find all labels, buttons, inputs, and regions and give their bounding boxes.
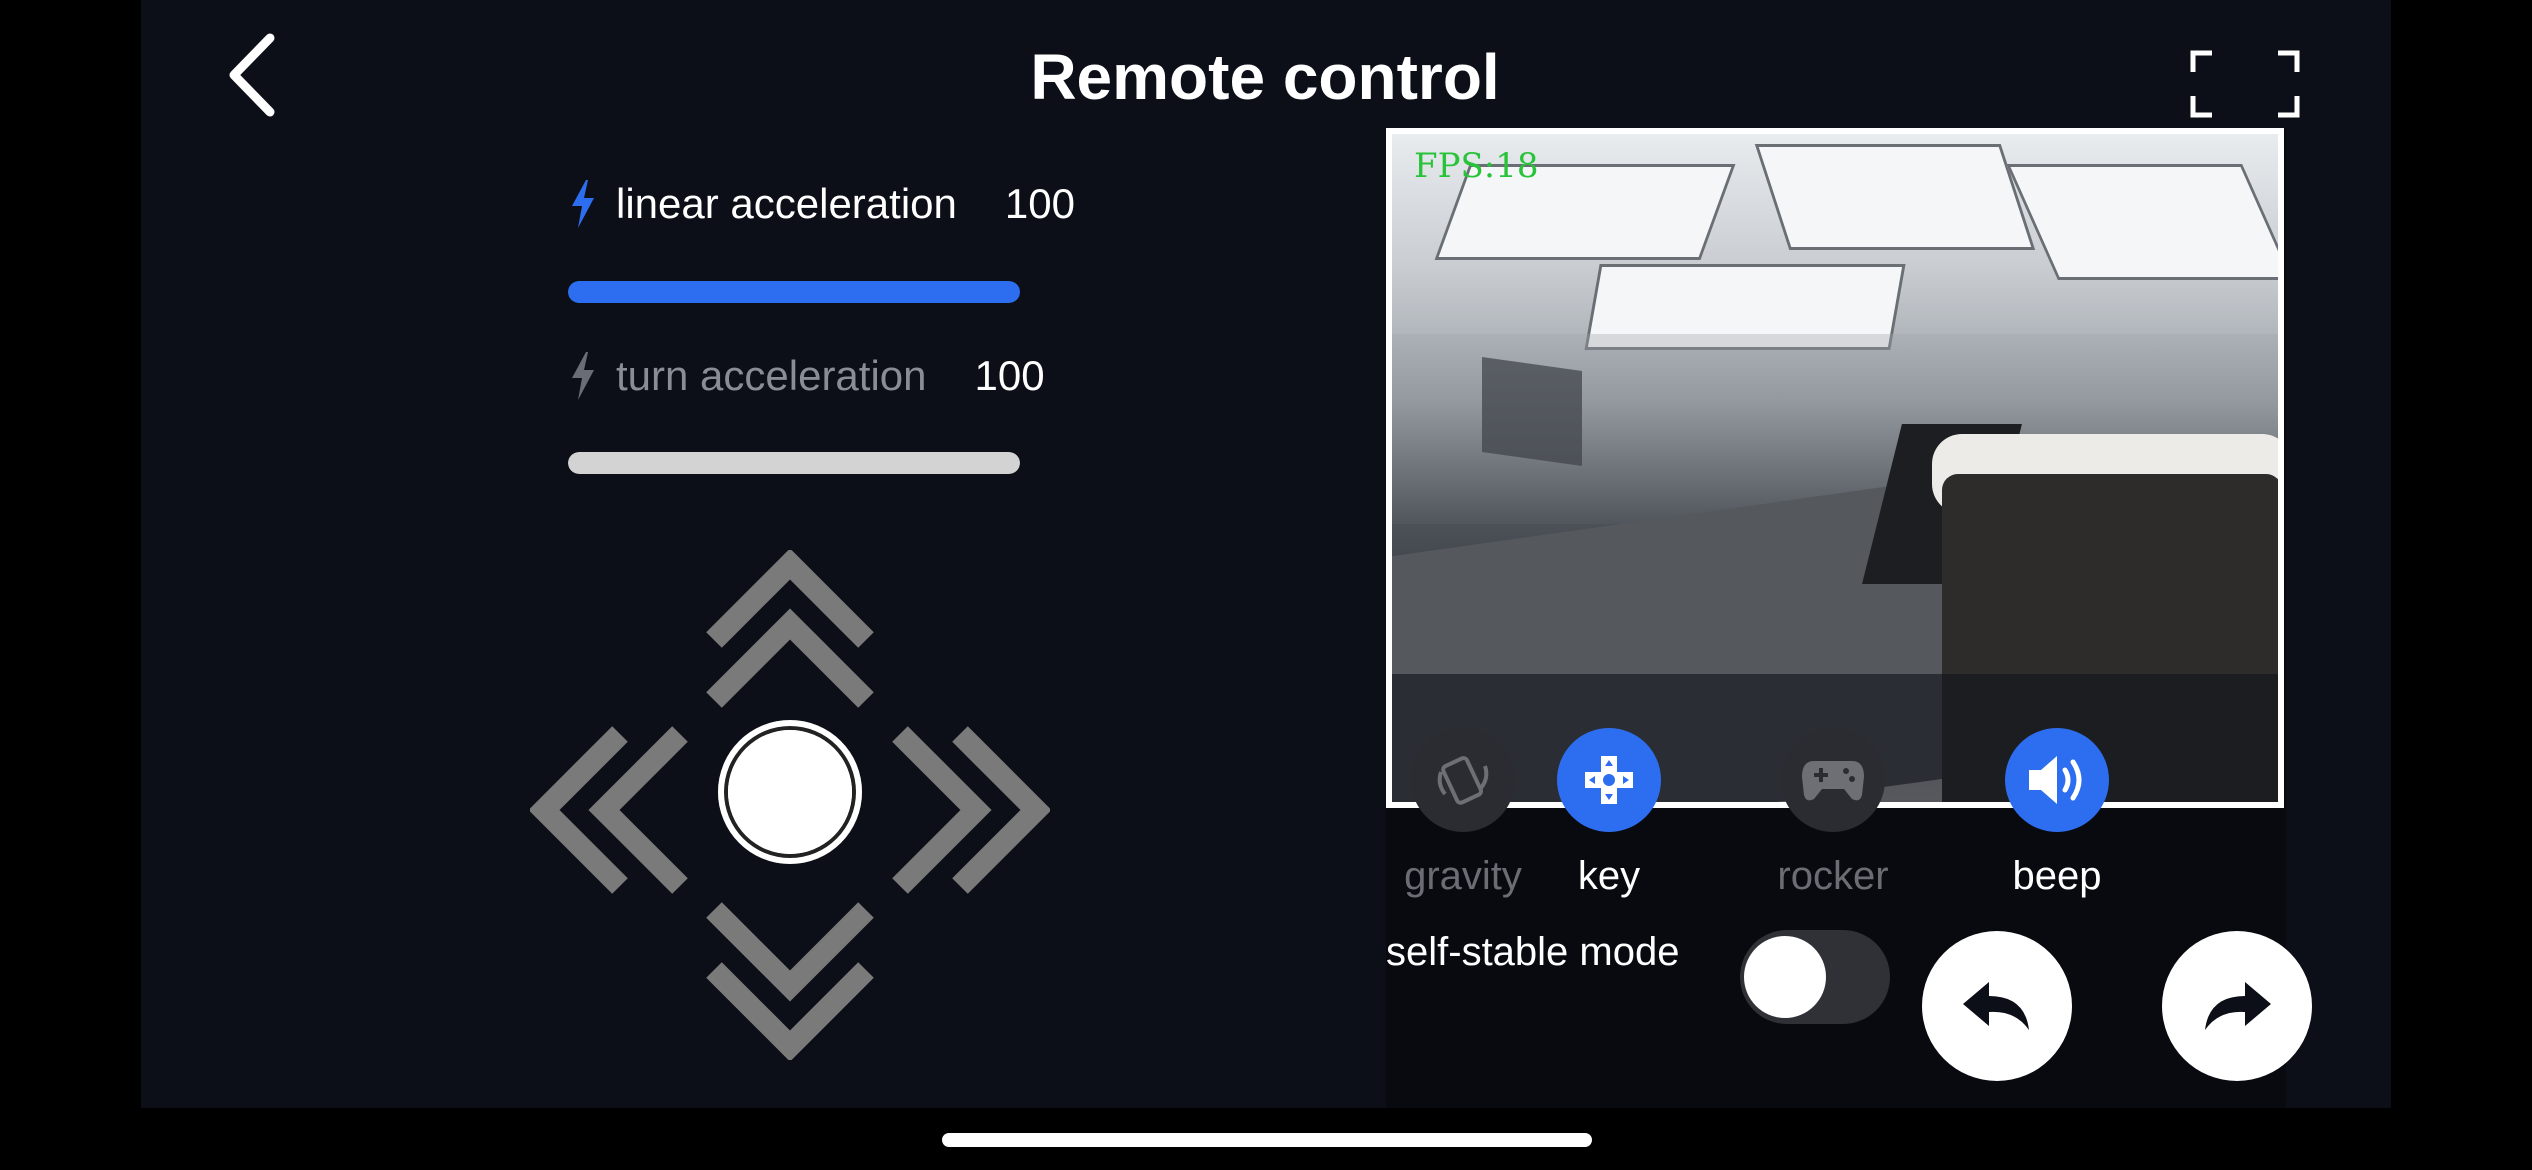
up-arrow-button[interactable] bbox=[700, 550, 880, 710]
redo-arrow-icon bbox=[2205, 982, 2271, 1030]
turn-acceleration-slider-fill bbox=[568, 452, 1020, 474]
turn-acceleration-label: turn acceleration bbox=[616, 352, 927, 399]
control-panel: FPS:18 gravity key rocker beep self-stab… bbox=[1386, 128, 2312, 1108]
left-arrow-button[interactable] bbox=[530, 720, 690, 900]
mode-gravity-button[interactable]: gravity bbox=[1378, 728, 1548, 899]
rocker-mode-circle bbox=[1781, 728, 1885, 832]
page-title: Remote control bbox=[1030, 41, 1500, 113]
fps-readout: FPS:18 bbox=[1414, 146, 1539, 186]
mode-key-button[interactable]: key bbox=[1524, 728, 1694, 899]
gravity-mode-circle bbox=[1411, 728, 1515, 832]
mode-key-label: key bbox=[1577, 854, 1641, 898]
key-mode-circle bbox=[1557, 728, 1661, 832]
bolt-icon bbox=[572, 352, 594, 400]
down-arrow-button[interactable] bbox=[700, 900, 880, 1060]
ceiling-panel bbox=[2006, 164, 2278, 280]
direction-pad bbox=[530, 550, 1050, 1070]
chevron-left-icon bbox=[229, 33, 275, 117]
speaker-icon bbox=[2029, 756, 2082, 804]
redo-button[interactable] bbox=[2162, 931, 2312, 1081]
fullscreen-button[interactable] bbox=[2190, 50, 2300, 118]
undo-button[interactable] bbox=[1922, 931, 2072, 1081]
mode-gravity-label: gravity bbox=[1404, 854, 1522, 898]
linear-acceleration-slider[interactable] bbox=[568, 281, 1020, 303]
turn-acceleration-slider[interactable] bbox=[568, 452, 1020, 474]
linear-acceleration-label: linear acceleration bbox=[616, 180, 957, 227]
ceiling-panel bbox=[1754, 144, 2036, 250]
gamepad-icon bbox=[1802, 761, 1864, 801]
mode-beep-label: beep bbox=[2012, 854, 2102, 898]
dpad-key-icon bbox=[1585, 756, 1633, 804]
turn-acceleration-value: 100 bbox=[974, 352, 1045, 399]
home-indicator bbox=[942, 1133, 1592, 1147]
linear-acceleration-slider-fill bbox=[568, 281, 1020, 303]
linear-acceleration-value: 100 bbox=[1004, 180, 1075, 227]
back-button[interactable] bbox=[220, 30, 300, 120]
dpad-center-button[interactable] bbox=[718, 720, 862, 864]
right-arrow-button[interactable] bbox=[890, 720, 1050, 900]
mode-beep-button[interactable]: beep bbox=[1972, 728, 2142, 899]
self-stable-mode-label: self-stable mode bbox=[1386, 930, 1680, 974]
self-stable-mode-toggle[interactable] bbox=[1740, 930, 1890, 1024]
bolt-icon bbox=[572, 180, 594, 228]
linear-acceleration-row: linear acceleration 100 bbox=[568, 180, 1075, 228]
mode-rocker-button[interactable]: rocker bbox=[1748, 728, 1918, 899]
camera-feed: FPS:18 bbox=[1386, 128, 2284, 808]
fullscreen-icon bbox=[2190, 50, 2300, 118]
mode-rocker-label: rocker bbox=[1777, 854, 1889, 898]
beep-mode-circle bbox=[2005, 728, 2109, 832]
undo-arrow-icon bbox=[1963, 982, 2029, 1030]
turn-acceleration-row: turn acceleration 100 bbox=[568, 352, 1045, 400]
gravity-phone-icon bbox=[1437, 756, 1489, 805]
toggle-knob bbox=[1744, 936, 1826, 1018]
